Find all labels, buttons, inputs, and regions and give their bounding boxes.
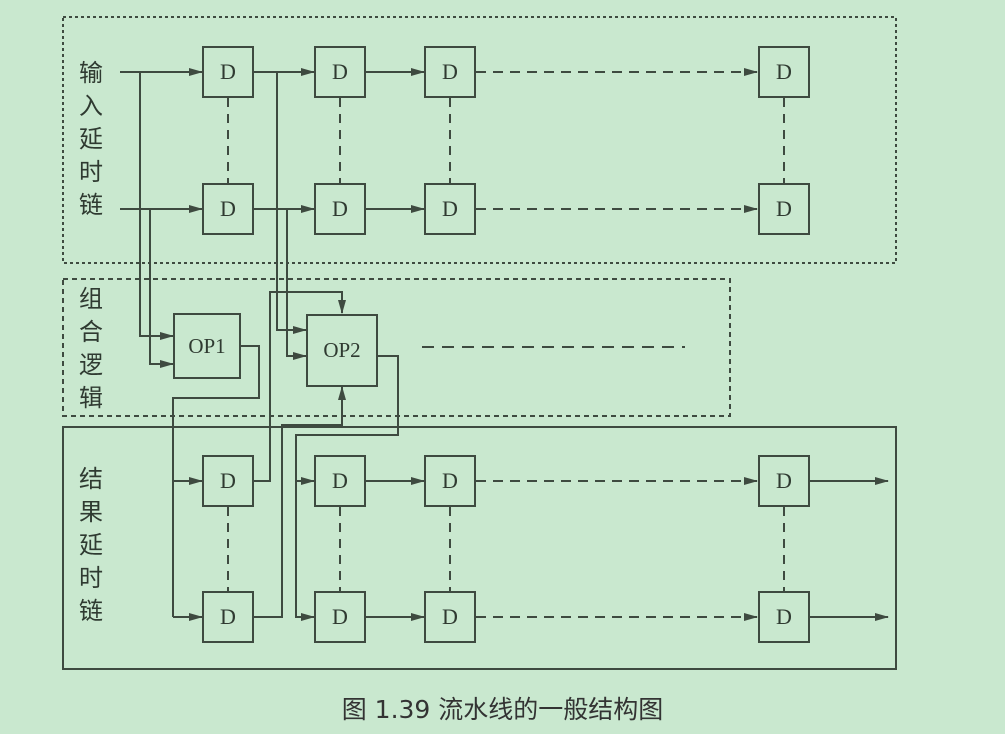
label-char: 果 [79,498,103,526]
result-chain-label: 结 果 延 时 链 [76,463,106,628]
input-register: D [202,46,254,98]
input-register: D [202,183,254,235]
result-register: D [202,455,254,507]
logic-label: 组 合 逻 辑 [76,283,106,415]
label-char: 时 [79,158,103,186]
result-register: D [424,591,476,643]
label-char: 链 [79,597,103,625]
op1-block: OP1 [173,313,241,379]
op2-block: OP2 [306,314,378,387]
wire [295,481,315,621]
wire [139,72,174,340]
input-register: D [758,46,810,98]
label-char: 入 [79,92,103,120]
label-char: 辑 [79,384,103,412]
wiring-layer [62,16,897,670]
label-char: 结 [79,465,103,493]
result-register: D [202,591,254,643]
result-register: D [758,455,810,507]
label-char: 组 [79,285,103,313]
input-register: D [314,183,366,235]
label-char: 时 [79,564,103,592]
input-register: D [424,46,476,98]
label-char: 逻 [79,351,103,379]
result-register: D [758,591,810,643]
result-register: D [314,455,366,507]
label-char: 链 [79,191,103,219]
wire [286,209,307,360]
pipeline-diagram: 输 入 延 时 链 组 合 逻 辑 结 果 延 时 链 D D D D D D … [0,0,1005,734]
label-char: 输 [79,59,103,87]
input-register: D [424,183,476,235]
input-register: D [758,183,810,235]
label-char: 延 [79,531,103,559]
result-register: D [314,591,366,643]
label-char: 延 [79,125,103,153]
label-char: 合 [79,318,103,346]
input-chain-label: 输 入 延 时 链 [76,57,106,222]
input-register: D [314,46,366,98]
wire [149,209,174,368]
result-register: D [424,455,476,507]
figure-caption: 图 1.39 流水线的一般结构图 [341,695,664,724]
